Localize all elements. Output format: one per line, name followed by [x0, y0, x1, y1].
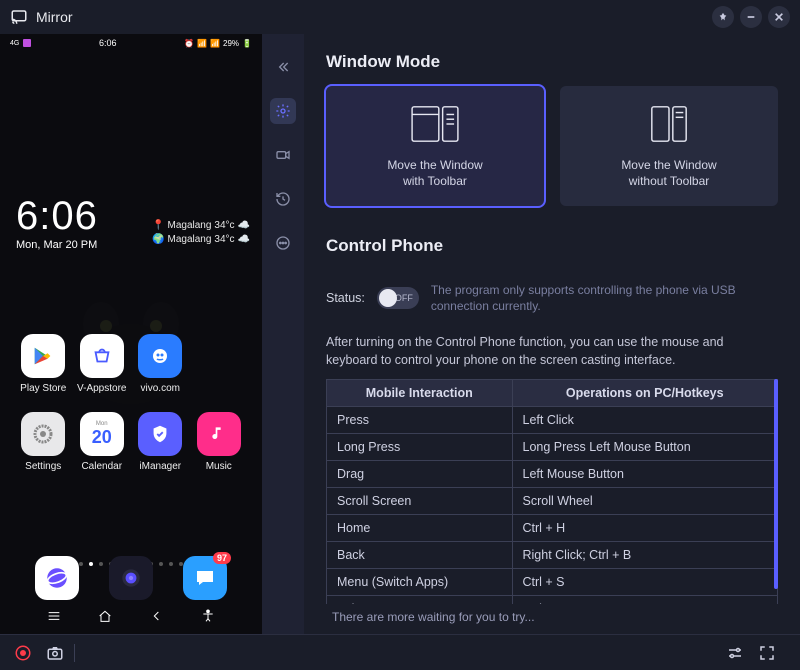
bottombar — [0, 634, 800, 670]
col-pc: Operations on PC/Hotkeys — [512, 380, 778, 407]
nav-accessibility-icon[interactable] — [200, 608, 216, 624]
sidebar-more[interactable] — [270, 230, 296, 256]
status-label: Status: — [326, 291, 365, 305]
app-calendar[interactable]: Mon20 Calendar — [73, 412, 132, 472]
clock-date: Mon, Mar 20 PM — [16, 239, 98, 251]
control-toggle[interactable]: OFF — [377, 287, 419, 309]
table-row: Menu (Switch Apps)Ctrl + S — [327, 569, 778, 596]
clock-widget: 6:06 Mon, Mar 20 PM — [16, 194, 98, 251]
table-row: Scroll ScreenScroll Wheel — [327, 488, 778, 515]
status-hint: The program only supports controlling th… — [431, 282, 778, 314]
hotkeys-table-wrap: Mobile Interaction Operations on PC/Hotk… — [326, 379, 778, 604]
phone-status-time: 6:06 — [99, 38, 117, 48]
phone-dock: 97 — [0, 556, 262, 600]
app-play-store[interactable]: Play Store — [14, 334, 73, 394]
sidebar-collapse[interactable] — [270, 54, 296, 80]
fullscreen-button[interactable] — [756, 642, 778, 664]
app-grid: Play Store V-Appstore vivo.com Settings … — [0, 334, 262, 472]
phone-navbar — [0, 604, 262, 628]
hotkeys-table: Mobile Interaction Operations on PC/Hotk… — [326, 379, 778, 604]
nav-menu-icon[interactable] — [46, 608, 62, 624]
sidebar-history[interactable] — [270, 186, 296, 212]
tool-sidebar — [262, 34, 304, 634]
phone-statusbar: 4G 6:06 ⏰📶📶 29% 🔋 — [0, 34, 262, 52]
titlebar: Mirror — [0, 0, 800, 34]
nav-home-icon[interactable] — [97, 608, 113, 624]
sidebar-record[interactable] — [270, 142, 296, 168]
table-row: DragLeft Mouse Button — [327, 461, 778, 488]
clock-time: 6:06 — [16, 194, 98, 239]
dock-camera[interactable] — [109, 556, 153, 600]
settings-panel: Window Mode Move the Windowwith Toolbar … — [304, 34, 800, 634]
cast-icon — [10, 8, 28, 26]
messages-badge: 97 — [213, 552, 231, 564]
table-row: BackRight Click; Ctrl + B — [327, 542, 778, 569]
control-description: After turning on the Control Phone funct… — [326, 334, 778, 369]
control-phone-title: Control Phone — [326, 236, 778, 256]
window-mode-without-toolbar[interactable]: Move the Windowwithout Toolbar — [560, 86, 778, 206]
app-music[interactable]: Music — [190, 412, 249, 472]
app-imanager[interactable]: iManager — [131, 412, 190, 472]
close-button[interactable] — [768, 6, 790, 28]
window-without-toolbar-icon — [640, 103, 698, 145]
app-brand: Mirror — [10, 8, 73, 26]
dock-messages[interactable]: 97 — [183, 556, 227, 600]
dock-browser[interactable] — [35, 556, 79, 600]
table-row: PressLeft Click — [327, 407, 778, 434]
try-more-line: There are more waiting for you to try... — [326, 610, 778, 624]
window-mode-with-toolbar[interactable]: Move the Windowwith Toolbar — [326, 86, 544, 206]
record-button[interactable] — [12, 642, 34, 664]
app-title: Mirror — [36, 9, 73, 25]
weather-widget: 📍Magalang 34°c☁️ 🌍Magalang 34°c☁️ — [152, 220, 250, 248]
window-with-toolbar-icon — [406, 103, 464, 145]
pin-button[interactable] — [712, 6, 734, 28]
table-row: Volume UpCtrl + Up — [327, 596, 778, 604]
phone-battery: 29% — [223, 39, 239, 48]
screenshot-button[interactable] — [44, 642, 66, 664]
settings-sliders-button[interactable] — [724, 642, 746, 664]
window-mode-title: Window Mode — [326, 52, 778, 72]
sidebar-settings[interactable] — [270, 98, 296, 124]
app-settings[interactable]: Settings — [14, 412, 73, 472]
col-mobile: Mobile Interaction — [327, 380, 513, 407]
app-v-appstore[interactable]: V-Appstore — [73, 334, 132, 394]
app-vivo-com[interactable]: vivo.com — [131, 334, 190, 394]
nav-back-icon[interactable] — [149, 608, 165, 624]
phone-mirror[interactable]: 4G 6:06 ⏰📶📶 29% 🔋 6:06 Mon, Mar 20 PM 📍M… — [0, 34, 262, 634]
table-scrollbar[interactable] — [774, 379, 778, 589]
table-row: Long PressLong Press Left Mouse Button — [327, 434, 778, 461]
table-row: HomeCtrl + H — [327, 515, 778, 542]
minimize-button[interactable] — [740, 6, 762, 28]
